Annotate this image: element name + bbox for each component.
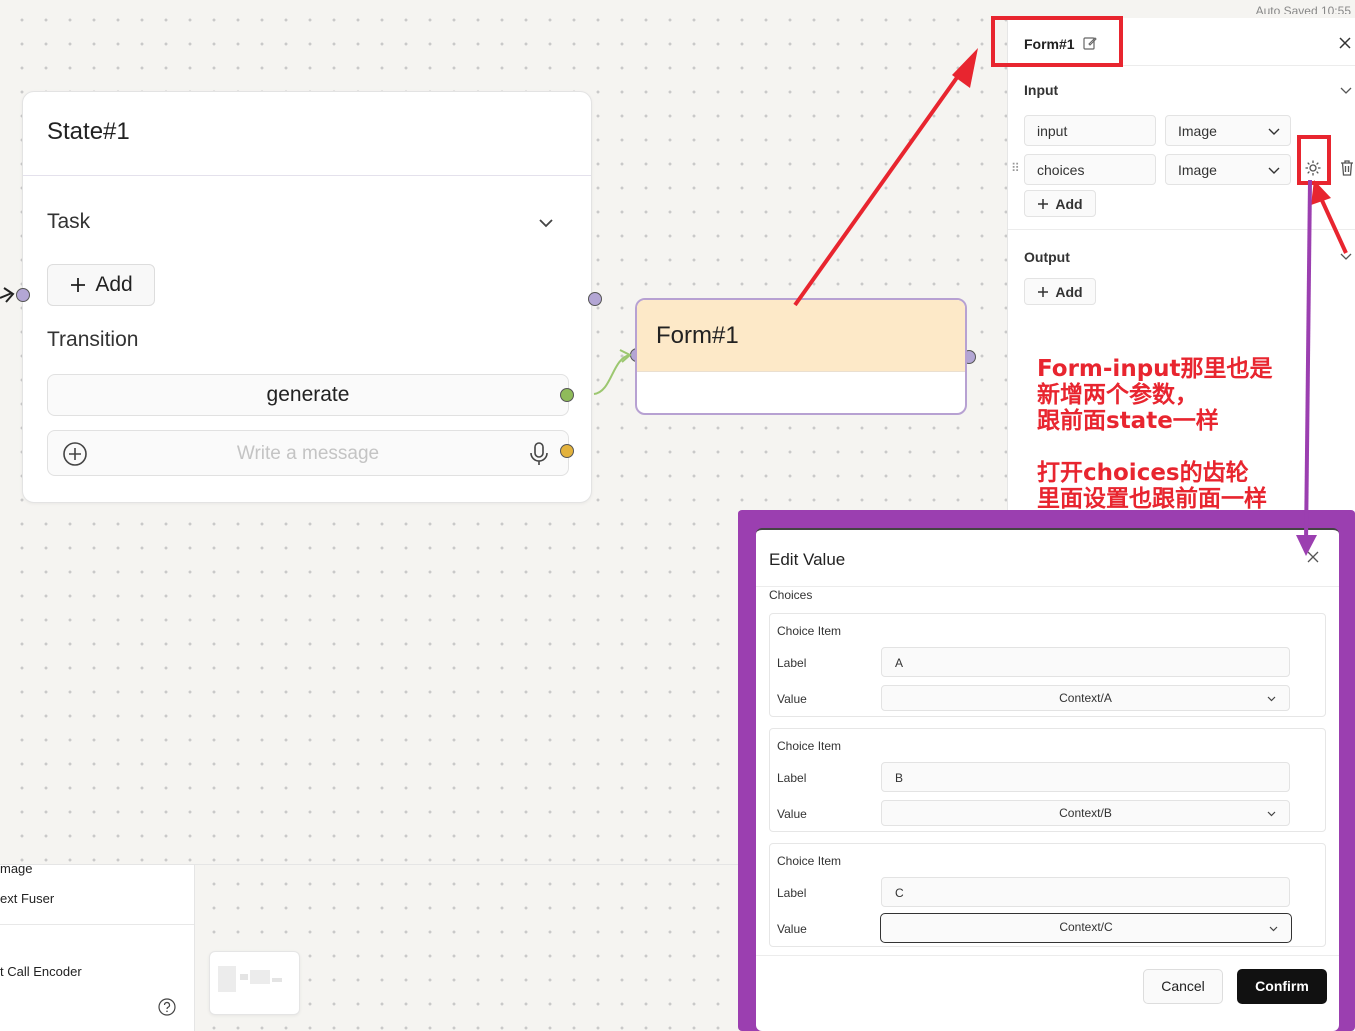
choice-value-select[interactable]: Context/C bbox=[880, 913, 1292, 943]
chevron-down-icon bbox=[1268, 167, 1280, 174]
close-icon[interactable] bbox=[1338, 36, 1352, 50]
choices-name-field[interactable]: choices bbox=[1024, 154, 1156, 185]
add-task-button[interactable]: Add bbox=[47, 264, 155, 306]
input-name-field[interactable]: input bbox=[1024, 115, 1156, 146]
annotation-note: Form-input那里也是 新增两个参数， 跟前面state一样 打开choi… bbox=[1037, 356, 1273, 512]
output-section-title: Output bbox=[1024, 249, 1070, 265]
state-input-port[interactable] bbox=[16, 288, 30, 302]
close-icon[interactable] bbox=[1306, 550, 1320, 564]
choice-item-card: Choice Item Label Value B Context/B bbox=[769, 728, 1326, 832]
confirm-button[interactable]: Confirm bbox=[1237, 969, 1327, 1004]
choice-label-input[interactable]: A bbox=[881, 647, 1290, 677]
transition-generate[interactable]: generate bbox=[47, 374, 569, 416]
chevron-down-icon[interactable] bbox=[535, 212, 557, 234]
choice-item-card: Choice Item Label Value C Context/C bbox=[769, 843, 1326, 947]
state-output-port[interactable] bbox=[588, 292, 602, 306]
chevron-down-icon[interactable] bbox=[1339, 83, 1353, 97]
choice-item-card: Choice Item Label Value A Context/A bbox=[769, 613, 1326, 717]
choice-label-input[interactable]: B bbox=[881, 762, 1290, 792]
dialog-header-divider bbox=[756, 586, 1339, 587]
chevron-down-icon bbox=[1269, 926, 1278, 932]
panel-title: Form#1 bbox=[1024, 36, 1075, 52]
state-node-divider bbox=[23, 175, 591, 176]
choice-value-text: Context/B bbox=[1059, 806, 1112, 820]
choice-value-select[interactable]: Context/A bbox=[881, 685, 1290, 711]
message-port[interactable] bbox=[560, 444, 574, 458]
message-placeholder: Write a message bbox=[236, 443, 380, 464]
choices-type-select[interactable]: Image bbox=[1165, 154, 1291, 185]
input-type-value: Image bbox=[1178, 123, 1217, 139]
chevron-down-icon bbox=[1267, 696, 1276, 702]
state-node[interactable]: State#1 Task Add Transition generate Wri… bbox=[22, 91, 592, 503]
transition-label: Transition bbox=[47, 328, 139, 351]
trash-icon[interactable] bbox=[1339, 159, 1355, 177]
library-item-call-encoder[interactable]: t Call Encoder bbox=[0, 964, 82, 979]
add-input-label: Add bbox=[1055, 195, 1083, 212]
input-type-select[interactable]: Image bbox=[1165, 115, 1291, 146]
input-section-title: Input bbox=[1024, 82, 1059, 98]
library-divider bbox=[0, 924, 194, 925]
choice-value-select[interactable]: Context/B bbox=[881, 800, 1290, 826]
cancel-button[interactable]: Cancel bbox=[1143, 969, 1223, 1004]
choice-value-text: Context/A bbox=[1059, 691, 1112, 705]
plus-icon bbox=[1038, 198, 1049, 209]
library-item-text-fuser[interactable]: ext Fuser bbox=[0, 891, 54, 906]
choice-item-title: Choice Item bbox=[777, 624, 842, 638]
choice-item-title: Choice Item bbox=[777, 854, 842, 868]
plus-icon bbox=[1038, 286, 1049, 297]
generate-port[interactable] bbox=[560, 388, 574, 402]
minimap-preview bbox=[218, 966, 282, 992]
dialog-title: Edit Value bbox=[769, 550, 846, 569]
minimap[interactable] bbox=[209, 951, 300, 1015]
chevron-down-icon bbox=[1268, 128, 1280, 135]
label-key: Label bbox=[777, 656, 807, 670]
value-key: Value bbox=[777, 922, 807, 936]
edit-value-dialog: Edit Value Choices Choice Item Label Val… bbox=[756, 528, 1339, 1031]
choice-item-title: Choice Item bbox=[777, 739, 842, 753]
panel-header: Form#1 bbox=[1008, 18, 1355, 66]
value-key: Value bbox=[777, 807, 807, 821]
task-label: Task bbox=[47, 210, 91, 233]
state-node-title: State#1 bbox=[47, 118, 130, 145]
add-input-button[interactable]: Add bbox=[1024, 190, 1096, 217]
dialog-footer-divider bbox=[756, 955, 1339, 956]
node-library-panel: mage ext Fuser t Call Encoder bbox=[0, 861, 195, 1031]
microphone-icon[interactable] bbox=[528, 441, 550, 467]
chevron-down-icon[interactable] bbox=[1339, 249, 1353, 263]
help-icon[interactable] bbox=[158, 998, 176, 1016]
add-task-label: Add bbox=[95, 273, 133, 296]
add-output-label: Add bbox=[1055, 283, 1083, 300]
message-input[interactable]: Write a message bbox=[47, 430, 569, 476]
add-output-button[interactable]: Add bbox=[1024, 278, 1096, 305]
choices-label: Choices bbox=[769, 588, 813, 602]
autosave-status: Auto Saved 10:55 bbox=[1255, 4, 1351, 14]
value-key: Value bbox=[777, 692, 807, 706]
label-key: Label bbox=[777, 886, 807, 900]
plus-icon bbox=[71, 278, 86, 292]
drag-handle-icon[interactable]: ⠿ bbox=[1011, 161, 1020, 175]
form-node[interactable]: Form#1 bbox=[635, 298, 967, 415]
choices-type-value: Image bbox=[1178, 162, 1217, 178]
edit-icon[interactable] bbox=[1083, 36, 1097, 50]
chevron-down-icon bbox=[1267, 811, 1276, 817]
gear-icon[interactable] bbox=[1304, 159, 1322, 177]
panel-divider bbox=[1008, 229, 1355, 230]
choice-label-input[interactable]: C bbox=[881, 877, 1290, 907]
label-key: Label bbox=[777, 771, 807, 785]
library-item-image[interactable]: mage bbox=[0, 861, 33, 876]
choice-value-text: Context/C bbox=[1059, 920, 1113, 934]
form-node-title: Form#1 bbox=[637, 300, 965, 372]
